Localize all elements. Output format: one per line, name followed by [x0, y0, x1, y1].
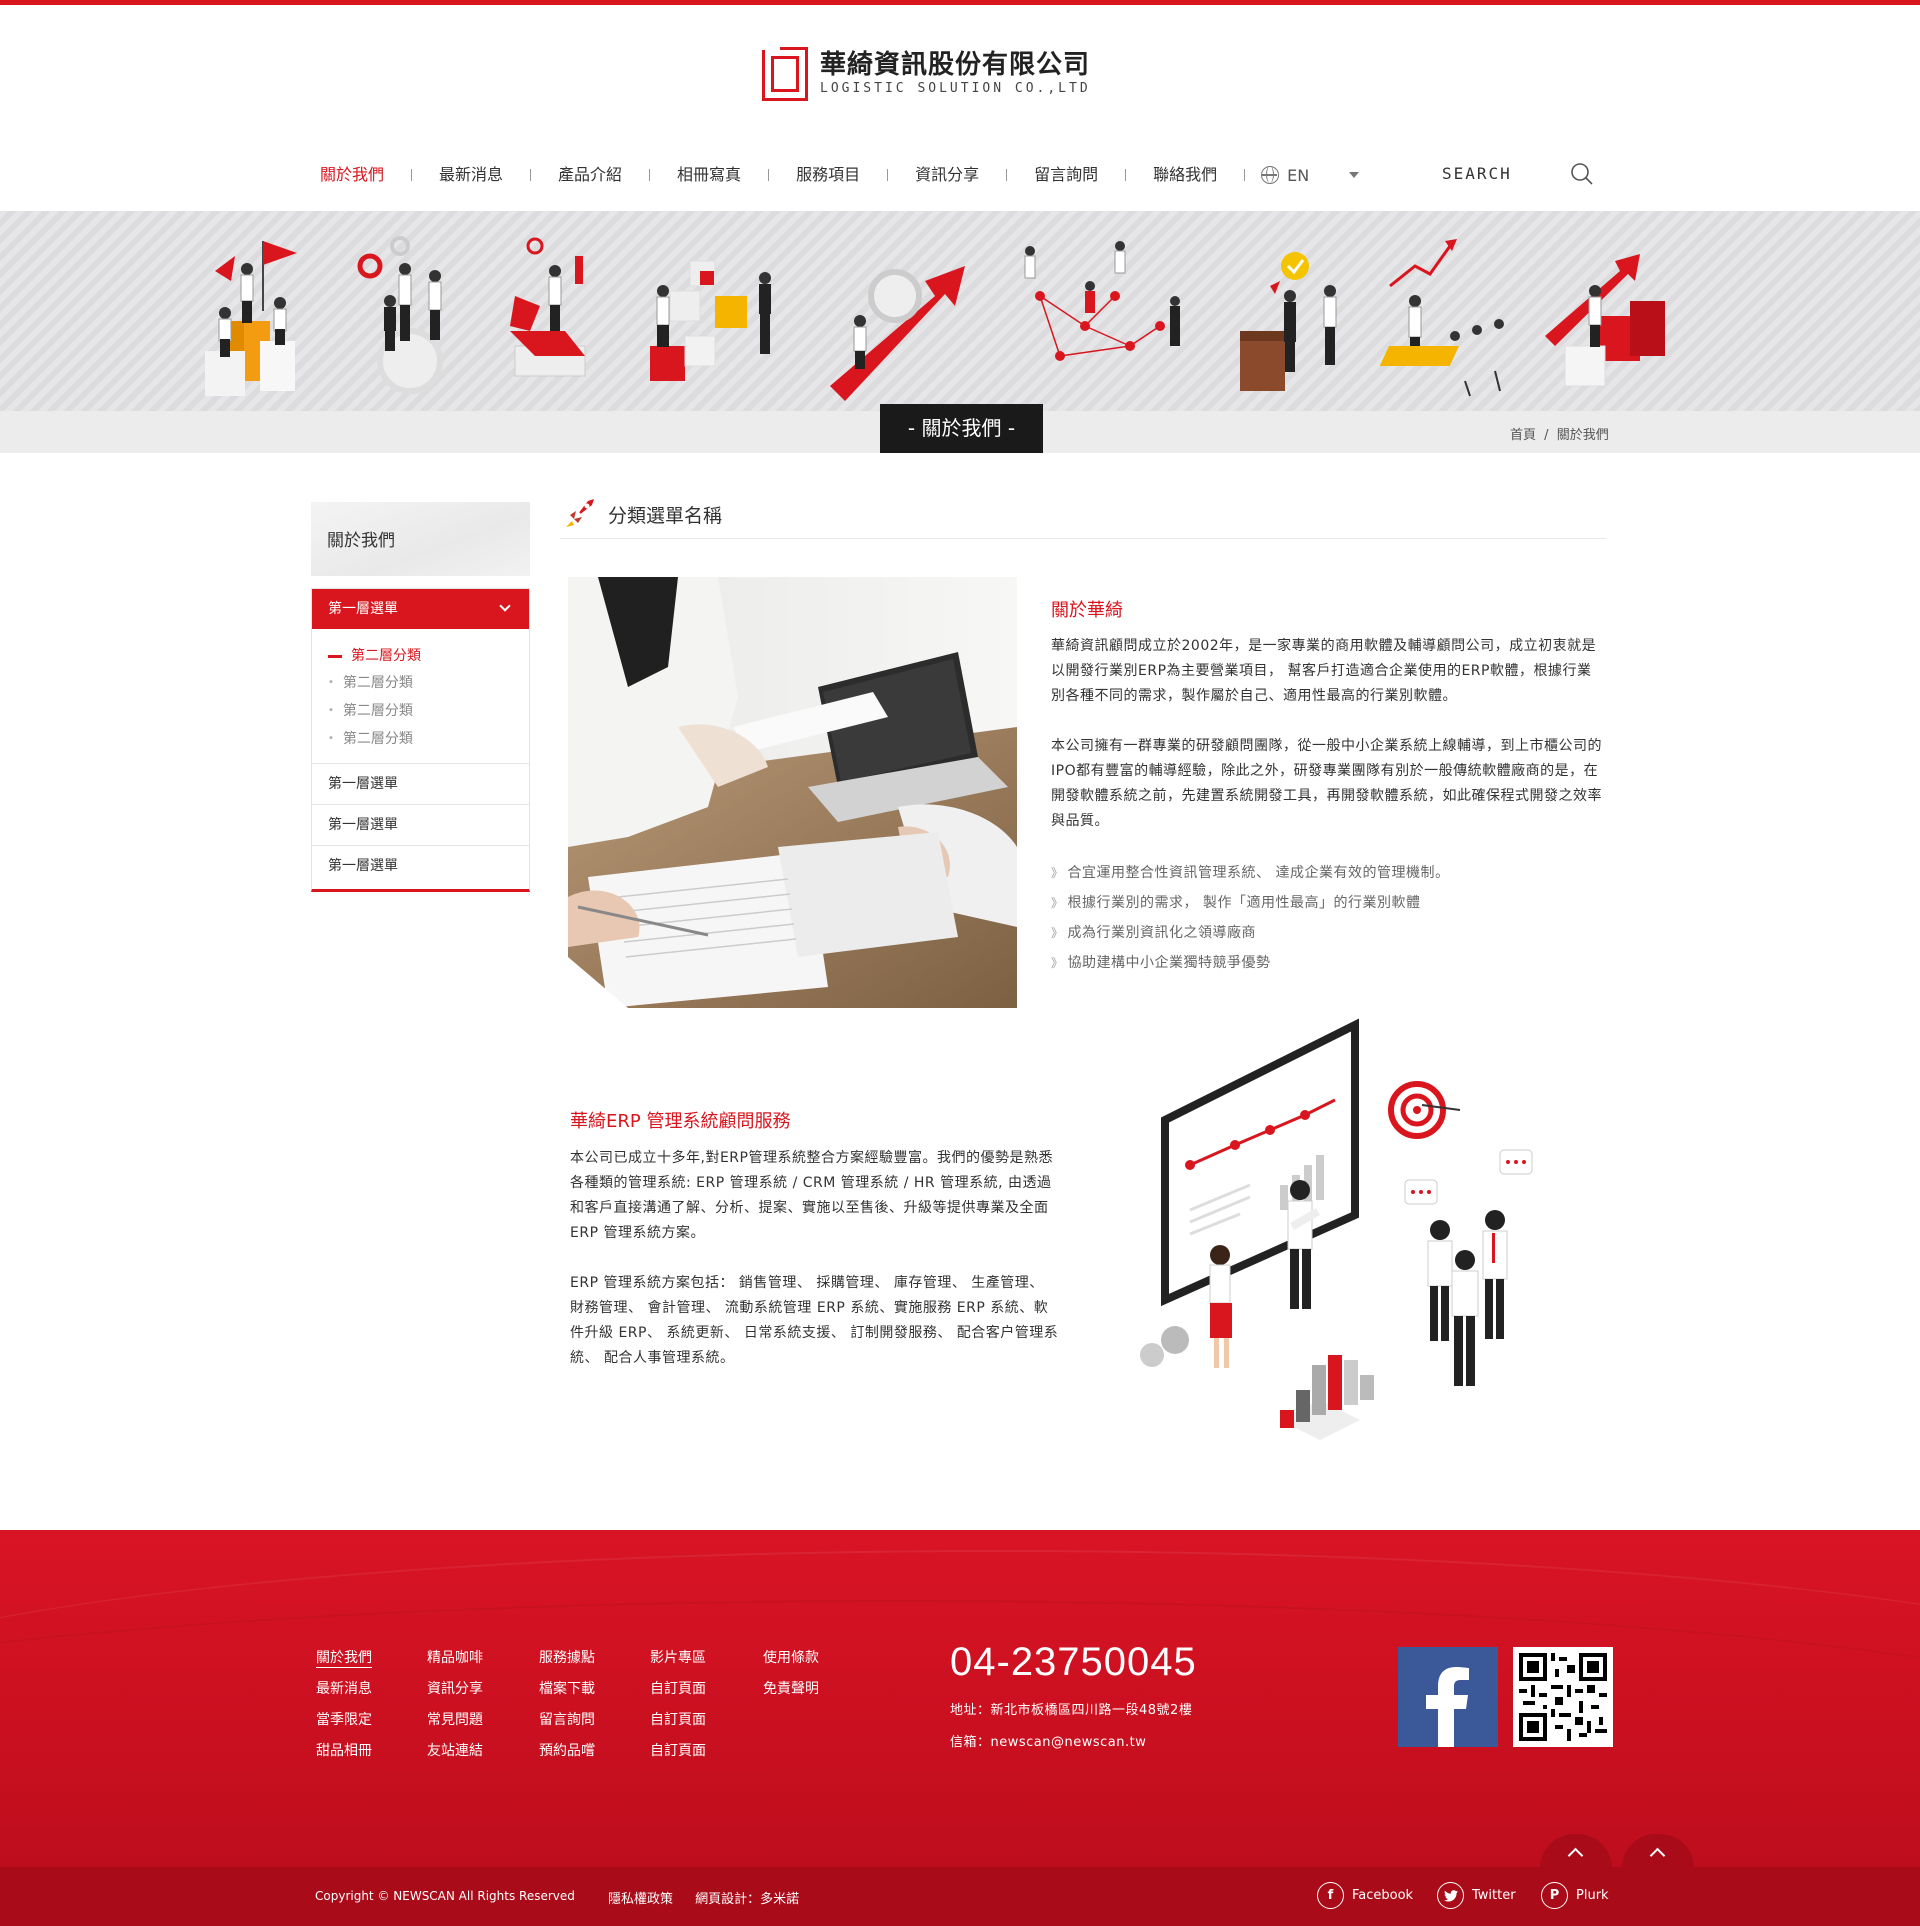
breadcrumb-home[interactable]: 首頁	[1510, 428, 1536, 443]
list-item: 協助建構中小企業獨特競爭優勢	[1051, 948, 1571, 978]
sidebar-menu: 第一層選單 第二層分類 第二層分類 第二層分類 第二層分類 第一層選單 第一層選…	[311, 588, 530, 892]
nav-services[interactable]: 服務項目	[796, 158, 860, 192]
footer-link[interactable]: 精品咖啡	[427, 1648, 483, 1679]
search-icon[interactable]	[1570, 162, 1594, 186]
breadcrumb-separator: /	[1544, 428, 1549, 443]
sidebar-item-label: 第一層選單	[328, 601, 398, 617]
footer-address: 地址：新北市板橋區四川路一段48號2樓	[950, 1703, 1193, 1718]
erp-paragraph-2: ERP 管理系統方案包括： 銷售管理、 採購管理、 庫存管理、 生產管理、 財務…	[570, 1275, 1059, 1366]
nav-contact[interactable]: 聯絡我們	[1153, 158, 1217, 192]
list-item: 根據行業別的需求， 製作「適用性最高」的行業別軟體	[1051, 888, 1571, 918]
privacy-link[interactable]: 隱私權政策	[608, 1892, 673, 1907]
company-name-en: LOGISTIC SOLUTION CO.,LTD	[820, 81, 1091, 96]
sidebar-sub-item[interactable]: 第二層分類	[328, 725, 529, 753]
nav-products[interactable]: 產品介紹	[558, 158, 622, 192]
footer-links-col3: 服務據點 檔案下載 留言詢問 預約品嚐	[539, 1648, 595, 1772]
footer-link[interactable]: 資訊分享	[427, 1679, 483, 1710]
footer-links-col1: 關於我們 最新消息 當季限定 甜品相冊	[316, 1648, 372, 1772]
sidebar-header: 關於我們	[311, 502, 530, 576]
breadcrumb: 首頁 / 關於我們	[1508, 424, 1611, 443]
language-select[interactable]: EN	[1261, 165, 1360, 185]
facebook-circle-icon: f	[1317, 1882, 1344, 1909]
footer-link[interactable]: 影片專區	[650, 1648, 706, 1679]
business-people-illustration	[205, 236, 1665, 401]
social-plurk[interactable]: P Plurk	[1541, 1882, 1609, 1909]
sidebar-sub-active[interactable]: 第二層分類	[328, 643, 529, 669]
search-label[interactable]: SEARCH	[1442, 164, 1512, 183]
section-title: 分類選單名稱	[608, 505, 723, 527]
facebook-icon[interactable]	[1398, 1647, 1498, 1747]
business-meeting-photo	[568, 577, 1017, 1008]
footer-links-col2: 精品咖啡 資訊分享 常見問題 友站連結	[427, 1648, 483, 1772]
erp-team-illustration	[1140, 1018, 1533, 1440]
nav-news[interactable]: 最新消息	[439, 158, 503, 192]
list-item: 成為行業別資訊化之領導廠商	[1051, 918, 1571, 948]
footer-link[interactable]: 甜品相冊	[316, 1741, 372, 1772]
footer-link[interactable]: 免責聲明	[763, 1679, 819, 1710]
sidebar-item[interactable]: 第一層選單	[312, 764, 529, 805]
footer-link[interactable]: 使用條款	[763, 1648, 819, 1679]
twitter-circle-icon	[1437, 1882, 1464, 1909]
caret-down-icon	[1349, 172, 1360, 178]
footer-email[interactable]: 信箱：newscan@newscan.tw	[950, 1731, 1146, 1750]
footer-policy-links: 隱私權政策 網頁設計：多米諾	[608, 1888, 817, 1907]
footer-link[interactable]: 自訂頁面	[650, 1710, 706, 1741]
footer-link[interactable]: 關於我們	[316, 1648, 372, 1679]
globe-icon	[1261, 166, 1280, 184]
sidebar-sub-item[interactable]: 第二層分類	[328, 669, 529, 697]
footer-link[interactable]: 最新消息	[316, 1679, 372, 1710]
footer-phone: 04-23750045	[950, 1640, 1197, 1684]
footer-link[interactable]: 自訂頁面	[650, 1741, 706, 1772]
breadcrumb-current: 關於我們	[1556, 428, 1609, 443]
language-value: EN	[1287, 165, 1310, 185]
social-facebook[interactable]: f Facebook	[1317, 1882, 1413, 1909]
about-heading: 關於華綺	[1051, 600, 1123, 621]
footer-link[interactable]: 留言詢問	[539, 1710, 595, 1741]
sidebar-submenu: 第二層分類 第二層分類 第二層分類 第二層分類	[312, 629, 529, 764]
chevron-down-icon	[499, 600, 511, 612]
sidebar-item[interactable]: 第一層選單	[312, 846, 529, 887]
qr-code	[1513, 1647, 1613, 1747]
footer-link[interactable]: 常見問題	[427, 1710, 483, 1741]
footer-link[interactable]: 友站連結	[427, 1741, 483, 1772]
sidebar-item[interactable]: 第一層選單	[312, 805, 529, 846]
page-banner	[0, 211, 1920, 411]
about-bullets: 合宜運用整合性資訊管理系統、 達成企業有效的管理機制。 根據行業別的需求， 製作…	[1051, 858, 1571, 978]
erp-paragraph-1: 本公司已成立十多年,對ERP管理系統整合方案經驗豐富。我們的優勢是熟悉各種類的管…	[570, 1150, 1053, 1241]
nav-album[interactable]: 相冊寫真	[677, 158, 741, 192]
footer-link[interactable]: 檔案下載	[539, 1679, 595, 1710]
plurk-circle-icon: P	[1541, 1882, 1568, 1909]
footer-link[interactable]: 當季限定	[316, 1710, 372, 1741]
footer-link[interactable]: 自訂頁面	[650, 1679, 706, 1710]
design-credit[interactable]: 網頁設計：多米諾	[695, 1892, 799, 1907]
section-header: 分類選單名稱	[560, 493, 1606, 539]
company-logo[interactable]: 華綺資訊股份有限公司 LOGISTIC SOLUTION CO.,LTD	[762, 45, 1092, 103]
page-title: - 關於我們 -	[880, 404, 1043, 453]
nav-about[interactable]: 關於我們	[320, 158, 384, 192]
sidebar-title: 關於我們	[327, 531, 395, 551]
footer-links-col4: 影片專區 自訂頁面 自訂頁面 自訂頁面	[650, 1648, 706, 1772]
copyright: Copyright © NEWSCAN All Rights Reserved	[315, 1889, 575, 1903]
company-name-cn: 華綺資訊股份有限公司	[820, 50, 1091, 80]
list-item: 合宜運用整合性資訊管理系統、 達成企業有效的管理機制。	[1051, 858, 1571, 888]
rocket-icon	[566, 499, 594, 527]
logo-mark-icon	[762, 47, 808, 101]
nav-info[interactable]: 資訊分享	[915, 158, 979, 192]
nav-inquiry[interactable]: 留言詢問	[1034, 158, 1098, 192]
social-twitter[interactable]: Twitter	[1437, 1882, 1516, 1909]
erp-heading: 華綺ERP 管理系統顧問服務	[570, 1111, 791, 1132]
dash-icon	[328, 654, 342, 658]
footer-bottom-bar	[0, 1867, 1920, 1926]
footer-links-col5: 使用條款 免責聲明	[763, 1648, 819, 1710]
about-paragraph-1: 華綺資訊顧問成立於2002年，是一家專業的商用軟體及輔導顧問公司，成立初衷就是以…	[1051, 638, 1597, 704]
top-accent-bar	[0, 0, 1920, 5]
footer-link[interactable]: 預約品嚐	[539, 1741, 595, 1772]
footer-link[interactable]: 服務據點	[539, 1648, 595, 1679]
sidebar-item-active[interactable]: 第一層選單	[312, 589, 529, 629]
main-nav: 關於我們 最新消息 產品介紹 相冊寫真 服務項目 資訊分享 留言詢問 聯絡我們 …	[320, 158, 1360, 192]
about-paragraph-2: 本公司擁有一群專業的研發顧問團隊，從一般中小企業系統上線輔導，到上市櫃公司的IP…	[1051, 738, 1602, 829]
sidebar-sub-item[interactable]: 第二層分類	[328, 697, 529, 725]
